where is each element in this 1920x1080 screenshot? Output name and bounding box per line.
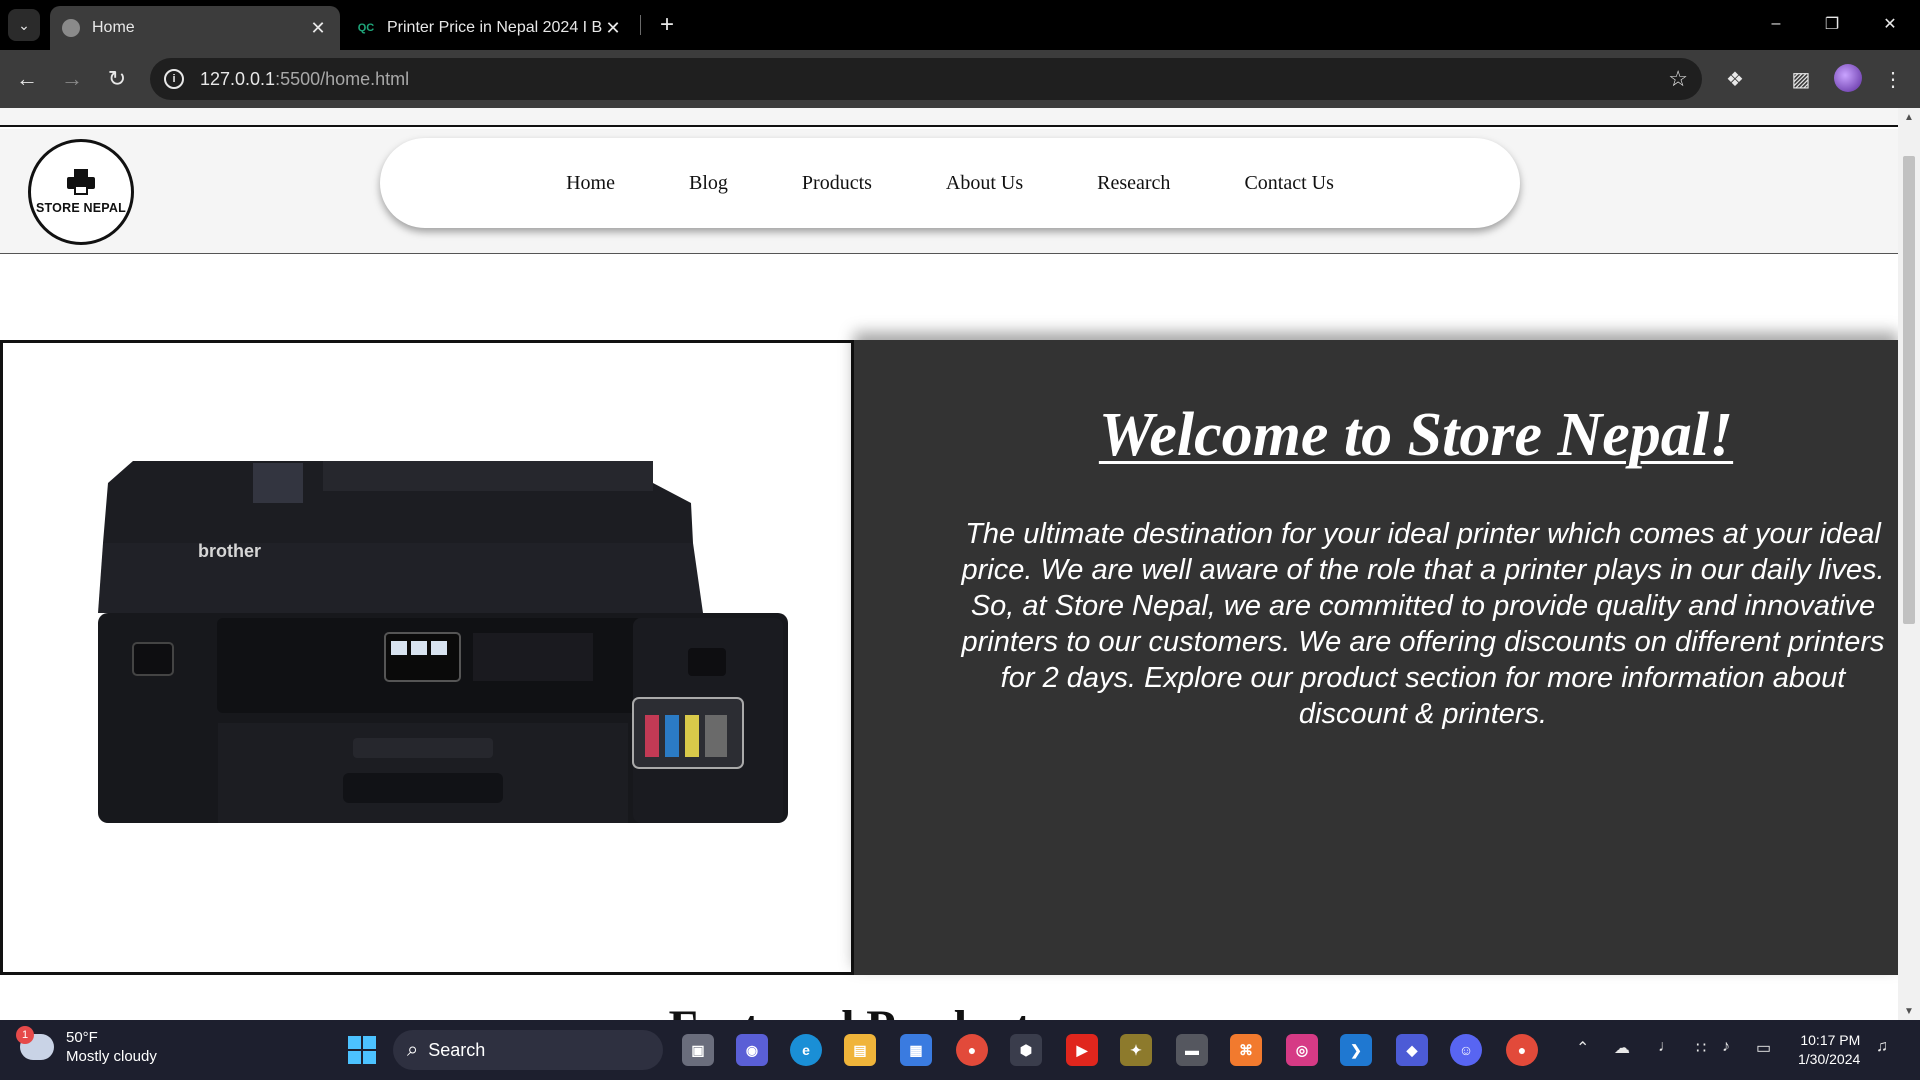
task-view-icon[interactable]: ▣ [682,1034,714,1066]
scroll-up-icon[interactable]: ▲ [1898,108,1920,126]
reload-icon[interactable]: ↻ [100,62,134,96]
minimize-icon[interactable]: – [1756,8,1796,40]
battery-icon[interactable]: ▭ [1756,1038,1771,1058]
clock[interactable]: 10:17 PM 1/30/2024 [1798,1031,1860,1069]
extensions-icon[interactable]: ❖ [1720,64,1750,94]
hero-section: brother Welcome to Store Nepal! The ulti… [0,340,1898,975]
edge-icon[interactable]: e [790,1034,822,1066]
onedrive-icon[interactable]: ☁ [1614,1038,1630,1058]
store-icon[interactable]: ▦ [900,1034,932,1066]
address-bar[interactable]: i 127.0.0.1:5500/home.html ☆ [150,58,1702,100]
globe-icon [62,19,80,37]
car-app-icon[interactable]: ▬ [1176,1034,1208,1066]
tab-title: Printer Price in Nepal 2024 I Buy [387,19,603,36]
vscode-icon[interactable]: ❯ [1340,1034,1372,1066]
microphone-icon[interactable]: ♩ [1658,1038,1674,1056]
forward-icon[interactable]: → [55,62,89,96]
clock-date: 1/30/2024 [1798,1051,1861,1067]
nav-about-us[interactable]: About Us [946,172,1023,195]
page-viewport: STORE NEPAL Home Blog Products About Us … [0,108,1898,1020]
scroll-thumb[interactable] [1903,156,1915,624]
tab-search-button[interactable]: ⌄ [8,9,40,41]
printer-brand-text: brother [198,541,261,561]
close-window-icon[interactable]: ✕ [1870,8,1910,40]
scroll-down-icon[interactable]: ▼ [1898,1002,1920,1020]
copilot-icon[interactable]: ◆ [1396,1034,1428,1066]
side-panel-icon[interactable]: ▨ [1786,64,1816,94]
discord-icon[interactable]: ☺ [1450,1034,1482,1066]
featured-heading: Featured Products [0,1000,1898,1020]
wifi-icon[interactable]: ∷ [1696,1038,1706,1058]
hero-title: Welcome to Store Nepal! [1098,401,1734,469]
tray-overflow-icon[interactable]: ⌃ [1576,1038,1589,1058]
tab-separator [640,15,641,35]
hero-description: The ultimate destination for your ideal … [961,518,1885,730]
page-scrollbar[interactable]: ▲ ▼ [1898,108,1920,1020]
new-tab-button[interactable]: + [652,10,682,40]
youtube-icon[interactable]: ▶ [1066,1034,1098,1066]
file-explorer-icon[interactable]: ▤ [844,1034,876,1066]
url-text[interactable]: 127.0.0.1:5500/home.html [200,69,409,90]
chrome-icon[interactable]: ● [956,1034,988,1066]
hero-image-panel: brother [0,340,854,975]
close-icon[interactable]: ✕ [308,18,328,39]
tab-home[interactable]: Home ✕ [50,6,340,50]
main-nav: Home Blog Products About Us Research Con… [380,138,1520,228]
profile-avatar[interactable] [1834,64,1862,92]
search-icon: ⌕ [407,1038,419,1061]
taskbar: 1 50°F Mostly cloudy ⌕ Search ▣ ◉ e ▤ ▦ … [0,1020,1920,1080]
weather-temp: 50°F [66,1029,98,1046]
bookmark-star-icon[interactable]: ☆ [1668,66,1688,92]
tab-printer-price[interactable]: QC Printer Price in Nepal 2024 I Buy ✕ [345,6,635,50]
logo-text: STORE NEPAL [36,201,126,215]
tab-title: Home [92,19,135,36]
nav-research[interactable]: Research [1097,172,1170,195]
printer-icon [67,169,95,195]
restore-icon[interactable]: ❐ [1812,8,1852,40]
notification-bell-icon[interactable]: ♫ [1876,1038,1888,1056]
windows-start-icon[interactable] [348,1036,376,1064]
back-icon[interactable]: ← [10,62,44,96]
taskbar-search[interactable]: ⌕ Search [393,1030,663,1070]
nav-home[interactable]: Home [566,172,615,195]
chrome-profile-icon[interactable]: ● [1506,1034,1538,1066]
hero-text-panel: Welcome to Store Nepal! The ultimate des… [854,340,1898,975]
printer-image: brother [98,461,788,823]
game-icon[interactable]: ✦ [1120,1034,1152,1066]
instagram-icon[interactable]: ◎ [1286,1034,1318,1066]
menu-icon[interactable]: ⋮ [1878,64,1908,94]
nav-products[interactable]: Products [802,172,872,195]
volume-icon[interactable]: ♪ [1722,1038,1730,1056]
site-info-icon[interactable]: i [164,69,184,89]
nav-blog[interactable]: Blog [689,172,728,195]
store-logo[interactable]: STORE NEPAL [28,139,134,245]
close-icon[interactable]: ✕ [603,18,623,39]
site-header: STORE NEPAL Home Blog Products About Us … [0,129,1898,254]
nav-contact-us[interactable]: Contact Us [1244,172,1333,195]
top-strip [0,108,1898,127]
search-label: Search [428,1039,486,1060]
qc-icon: QC [357,22,375,34]
teams-icon[interactable]: ◉ [736,1034,768,1066]
xampp-icon[interactable]: ⌘ [1230,1034,1262,1066]
weather-widget[interactable]: 1 50°F Mostly cloudy [16,1026,157,1066]
browser-toolbar: ← → ↻ i 127.0.0.1:5500/home.html ☆ ❖ ▨ ⋮ [0,50,1920,108]
cloud-icon: 1 [16,1026,54,1060]
clock-time: 10:17 PM [1800,1032,1861,1048]
tab-strip: ⌄ Home ✕ QC Printer Price in Nepal 2024 … [0,0,1920,50]
notification-badge: 1 [16,1026,34,1044]
unity-icon[interactable]: ⬢ [1010,1034,1042,1066]
weather-desc: Mostly cloudy [66,1048,157,1065]
